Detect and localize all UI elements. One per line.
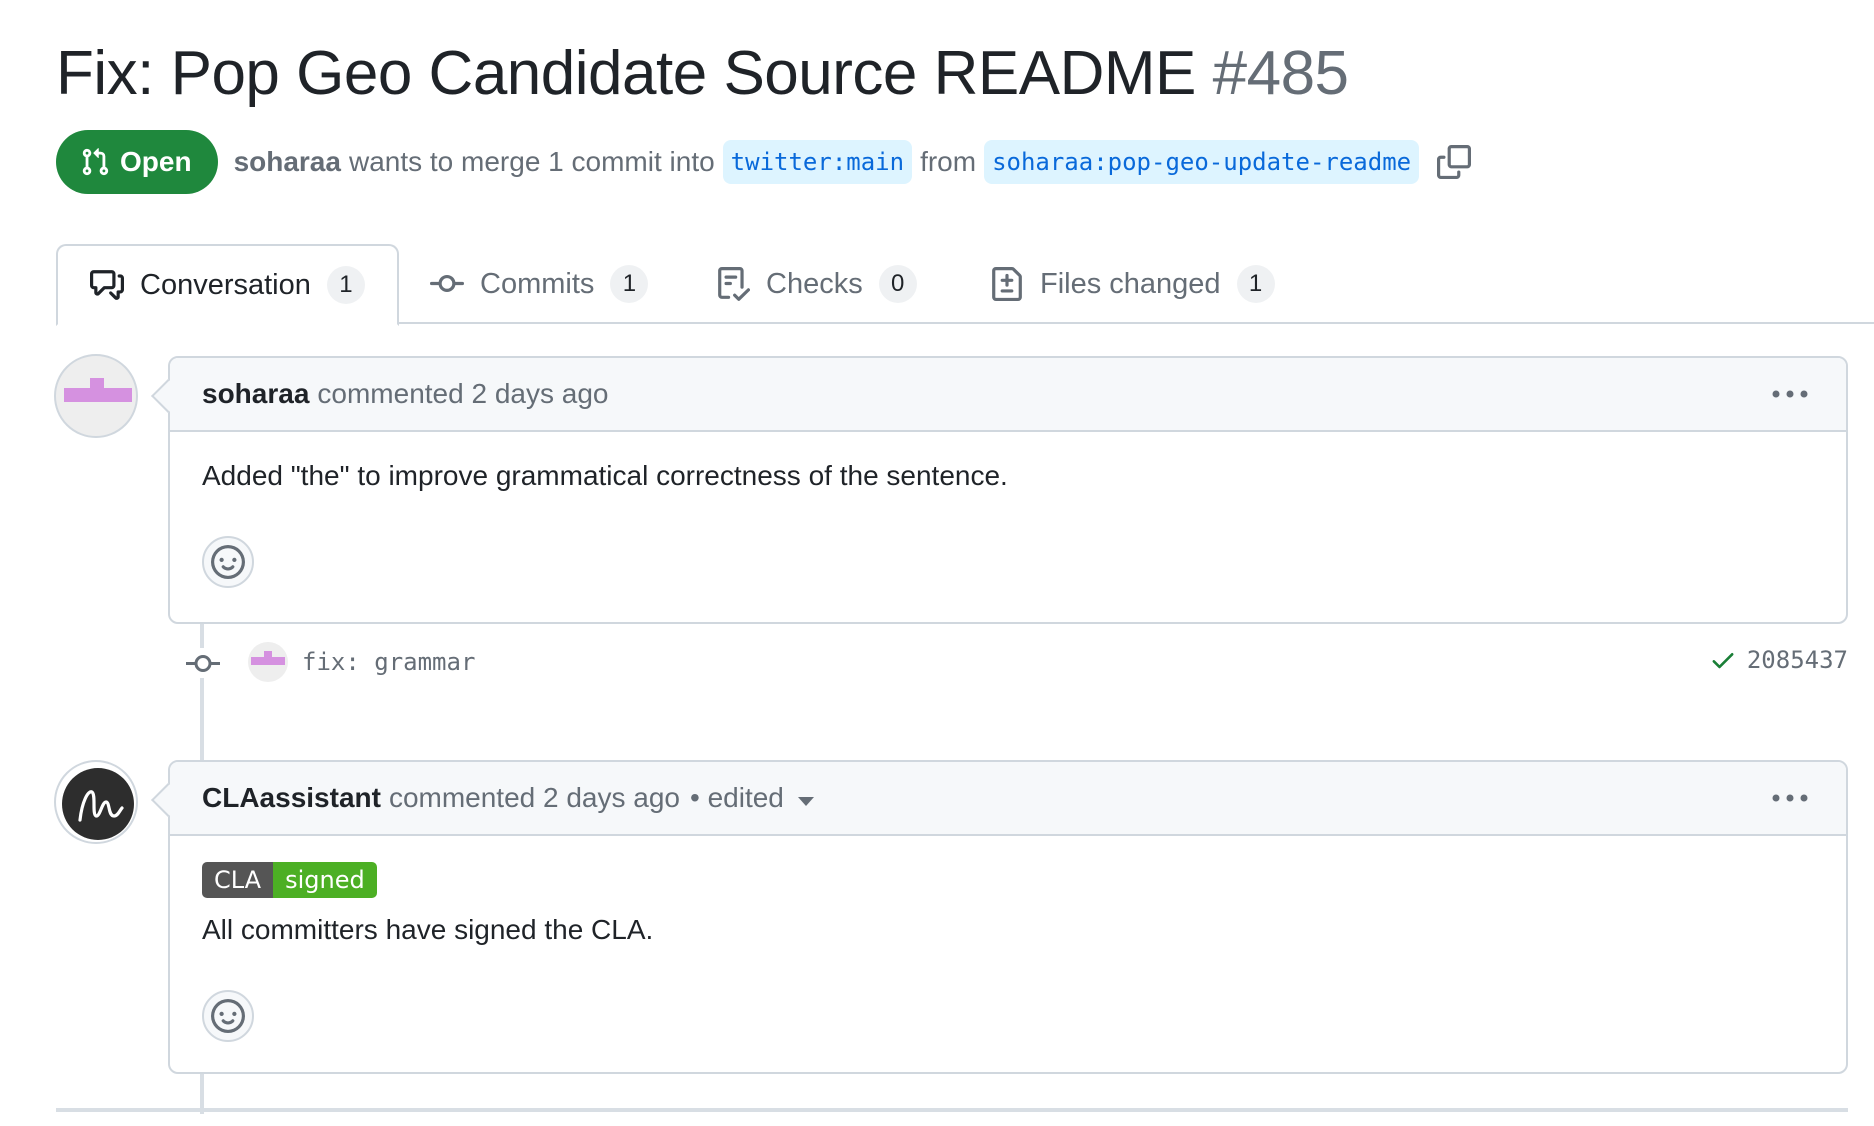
- commit-sha-link[interactable]: 2085437: [1709, 646, 1848, 674]
- comment-pointer: [151, 379, 185, 413]
- edited-label[interactable]: • edited: [690, 782, 784, 814]
- edit-history-dropdown-icon[interactable]: [797, 796, 814, 806]
- pr-number: #485: [1212, 39, 1349, 108]
- kebab-menu-icon[interactable]: [1770, 786, 1810, 810]
- comment-author-link[interactable]: CLAassistant: [202, 782, 381, 814]
- tab-conversation-count: 1: [326, 266, 365, 304]
- comment-discussion-icon: [90, 270, 124, 300]
- commit-event: fix: grammar 2085437: [168, 640, 1848, 686]
- avatar[interactable]: [54, 354, 138, 438]
- pr-title-text: Fix: Pop Geo Candidate Source README: [56, 39, 1196, 108]
- tab-conversation[interactable]: Conversation 1: [56, 244, 399, 326]
- head-branch[interactable]: soharaa:pop-geo-update-readme: [984, 140, 1420, 184]
- pr-author-link[interactable]: soharaa: [234, 146, 341, 178]
- cla-status-badge[interactable]: CLA signed: [202, 862, 377, 898]
- cla-badge-left: CLA: [202, 862, 274, 898]
- comment-header: soharaa commented 2 days ago: [151, 358, 1846, 432]
- comment-body: Added "the" to improve grammatical corre…: [202, 460, 1008, 491]
- pr-meta: Open soharaa wants to merge 1 commit int…: [56, 130, 1472, 194]
- tab-checks-label: Checks: [766, 267, 863, 300]
- check-icon: [1712, 653, 1734, 669]
- tab-checks-count: 0: [878, 265, 917, 303]
- tab-commits[interactable]: Commits 1: [430, 244, 649, 324]
- checklist-icon: [718, 267, 750, 301]
- comment-pointer: [151, 783, 185, 817]
- smiley-icon: [211, 545, 245, 579]
- git-pull-request-icon: [82, 148, 109, 176]
- state-badge: Open: [56, 130, 218, 194]
- git-commit-icon: [430, 274, 464, 292]
- avatar[interactable]: [54, 760, 138, 844]
- identicon-avatar: [64, 378, 132, 402]
- tab-conversation-label: Conversation: [140, 268, 311, 301]
- tab-files-changed-label: Files changed: [1040, 267, 1221, 300]
- kebab-menu-icon[interactable]: [1770, 382, 1810, 406]
- comment-body: CLA signed All committers have signed th…: [170, 836, 1846, 946]
- timeline-divider: [56, 1108, 1848, 1112]
- comment: soharaa commented 2 days ago Added "the"…: [151, 356, 1848, 624]
- from-text: from: [920, 146, 977, 177]
- tab-files-changed[interactable]: Files changed 1: [990, 244, 1275, 324]
- merge-summary: soharaa wants to merge 1 commit into twi…: [234, 140, 1472, 184]
- tab-files-changed-count: 1: [1236, 265, 1275, 303]
- commit-sha: 2085437: [1746, 646, 1848, 674]
- pr-tabs: Conversation 1 Commits 1 Checks 0 Files …: [56, 244, 1874, 326]
- comment-text: All committers have signed the CLA.: [202, 914, 654, 945]
- state-label: Open: [120, 146, 192, 177]
- commit-author-avatar[interactable]: [248, 642, 288, 682]
- merge-text: wants to merge 1 commit into: [348, 146, 715, 177]
- comment: CLAassistant commented 2 days ago • edit…: [151, 760, 1848, 1074]
- comment-timestamp[interactable]: commented 2 days ago: [317, 378, 608, 410]
- pr-title: Fix: Pop Geo Candidate Source README #48…: [56, 38, 1349, 109]
- tab-commits-count: 1: [610, 265, 649, 303]
- tab-commits-label: Commits: [480, 267, 595, 300]
- identicon-avatar: [251, 651, 285, 665]
- add-reaction-button[interactable]: [202, 990, 254, 1042]
- base-branch[interactable]: twitter:main: [722, 140, 913, 184]
- file-diff-icon: [992, 267, 1022, 301]
- comment-timestamp[interactable]: commented 2 days ago: [389, 782, 680, 814]
- git-commit-icon: [186, 648, 220, 678]
- cla-badge-right: signed: [273, 862, 377, 898]
- cla-assistant-logo: [62, 768, 134, 840]
- tab-checks[interactable]: Checks 0: [716, 244, 917, 324]
- copy-icon[interactable]: [1437, 145, 1472, 179]
- comment-header: CLAassistant commented 2 days ago • edit…: [151, 762, 1846, 836]
- add-reaction-button[interactable]: [202, 536, 254, 588]
- smiley-icon: [211, 999, 245, 1033]
- commit-message-link[interactable]: fix: grammar: [302, 648, 475, 676]
- comment-author-link[interactable]: soharaa: [202, 378, 309, 410]
